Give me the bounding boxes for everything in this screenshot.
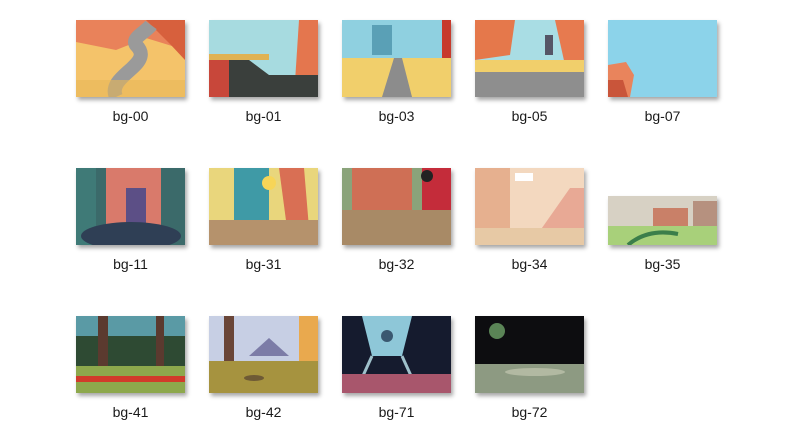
file-name: bg-07 [644,108,681,124]
file-item-bg-72[interactable]: bg-72 [463,316,596,426]
file-item-bg-34[interactable]: bg-34 [463,168,596,278]
file-name: bg-05 [511,108,548,124]
file-item-bg-71[interactable]: bg-71 [330,316,463,426]
image-thumbnail-icon [76,20,185,100]
file-name: bg-31 [245,256,282,272]
file-name: bg-11 [113,256,148,272]
file-item-bg-42[interactable]: bg-42 [197,316,330,426]
file-item-bg-11[interactable]: bg-11 [64,168,197,278]
image-thumbnail-icon [475,168,584,245]
file-item-bg-01[interactable]: bg-01 [197,20,330,130]
file-name: bg-71 [378,404,415,420]
file-item-bg-32[interactable]: bg-32 [330,168,463,278]
file-item-bg-03[interactable]: bg-03 [330,20,463,130]
file-item-bg-05[interactable]: bg-05 [463,20,596,130]
file-item-bg-41[interactable]: bg-41 [64,316,197,426]
file-item-bg-00[interactable]: bg-00 [64,20,197,130]
image-thumbnail-icon [76,316,185,393]
image-thumbnail-icon [209,20,318,97]
file-name: bg-32 [378,256,415,272]
file-name: bg-34 [511,256,548,272]
image-thumbnail-icon [342,20,451,97]
file-item-bg-31[interactable]: bg-31 [197,168,330,278]
file-name: bg-01 [245,108,282,124]
image-thumbnail-icon [209,316,318,393]
file-name: bg-03 [378,108,415,124]
image-thumbnail-icon [608,196,717,247]
file-item-bg-07[interactable]: bg-07 [596,20,729,130]
file-name: bg-42 [245,404,282,420]
file-name: bg-72 [511,404,548,420]
image-thumbnail-icon [76,168,185,250]
file-name: bg-41 [112,404,149,420]
image-thumbnail-icon [608,20,717,97]
image-thumbnail-icon [475,20,584,97]
image-thumbnail-icon [342,316,451,393]
file-name: bg-00 [112,108,149,124]
file-grid: bg-00 bg-01 bg-03 bg-05 bg-07 bg-11 bg-3… [0,0,800,429]
file-item-bg-35[interactable]: bg-35 [596,168,729,278]
file-name: bg-35 [644,256,681,272]
image-thumbnail-icon [209,168,318,245]
image-thumbnail-icon [475,316,584,393]
image-thumbnail-icon [342,168,451,245]
